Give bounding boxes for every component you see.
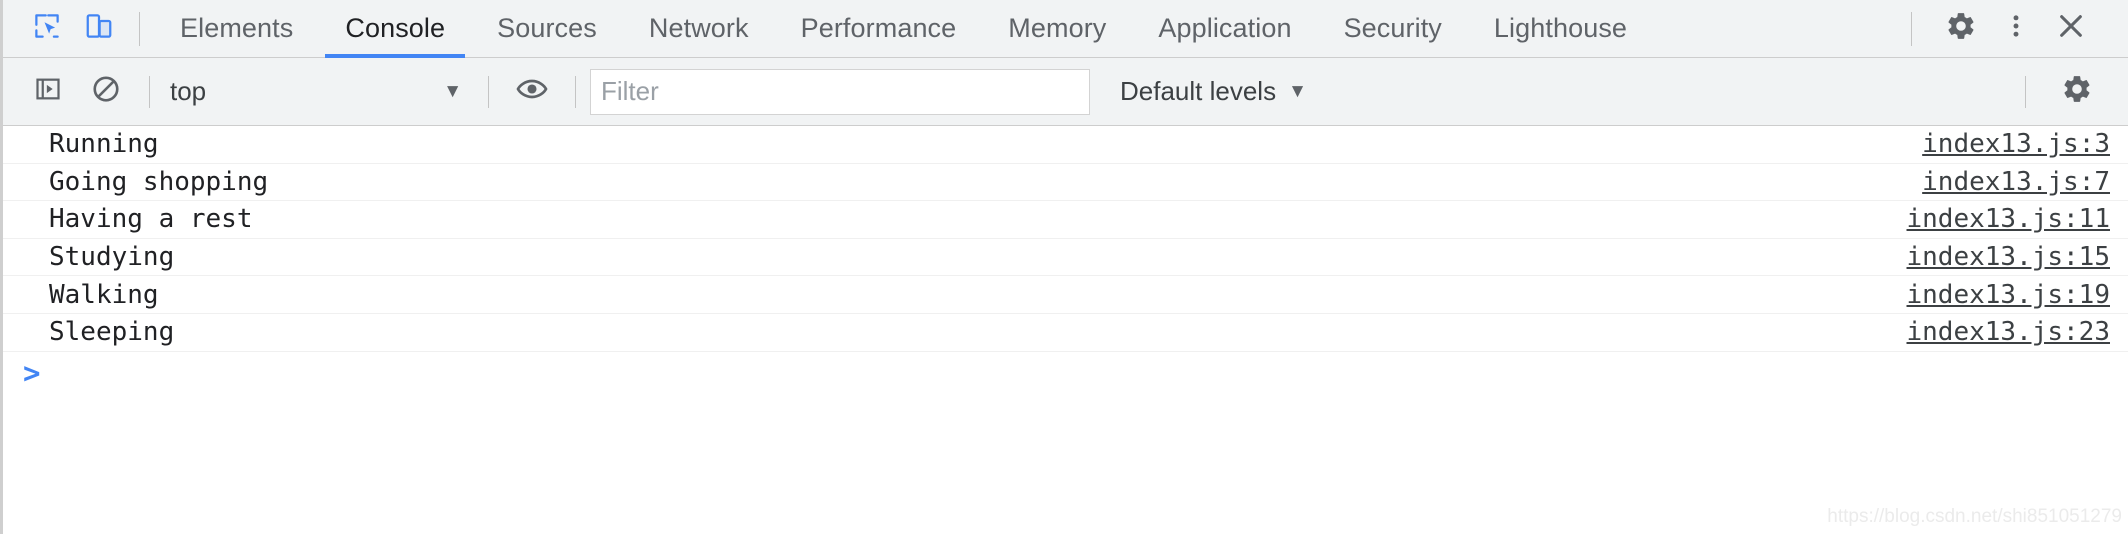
tab-label: Elements bbox=[180, 13, 294, 43]
show-console-sidebar-icon bbox=[34, 75, 62, 108]
console-filter-input[interactable] bbox=[590, 68, 1090, 115]
tab-label: Performance bbox=[800, 13, 957, 43]
filterbar-divider-3 bbox=[575, 75, 576, 108]
clear-console-button[interactable] bbox=[77, 63, 135, 121]
filterbar-divider-1 bbox=[149, 75, 150, 108]
tab-lighthouse[interactable]: Lighthouse bbox=[1468, 0, 1653, 58]
filterbar-divider-4 bbox=[2025, 75, 2026, 108]
table-row[interactable]: Studying index13.js:15 bbox=[3, 239, 2128, 277]
tab-sources[interactable]: Sources bbox=[471, 0, 623, 58]
console-message-text: Running bbox=[49, 129, 159, 160]
create-live-expression-button[interactable] bbox=[503, 63, 561, 121]
tab-label: Application bbox=[1158, 13, 1292, 43]
console-message-source-link[interactable]: index13.js:3 bbox=[1922, 129, 2110, 159]
console-message-source-link[interactable]: index13.js:19 bbox=[1907, 280, 2111, 310]
tabbar-actions-divider bbox=[1911, 11, 1912, 46]
devtools-more-options-button[interactable] bbox=[1992, 0, 2040, 58]
console-message-source-link[interactable]: index13.js:23 bbox=[1907, 317, 2111, 347]
devtools-tabbar: Elements Console Sources Network Perform… bbox=[3, 0, 2128, 58]
device-toolbar-icon bbox=[84, 11, 114, 46]
inspect-element-icon bbox=[32, 11, 62, 46]
table-row[interactable]: Sleeping index13.js:23 bbox=[3, 314, 2128, 352]
filterbar-divider-2 bbox=[488, 75, 489, 108]
filterbar-actions bbox=[2025, 63, 2128, 121]
chevron-down-icon: ▼ bbox=[1288, 81, 1307, 102]
table-row[interactable]: Running index13.js:3 bbox=[3, 126, 2128, 164]
console-message-text: Studying bbox=[49, 242, 175, 273]
tab-security[interactable]: Security bbox=[1318, 0, 1468, 58]
console-message-text: Walking bbox=[49, 279, 159, 310]
tabbar-actions bbox=[1901, 0, 2128, 58]
tab-label: Console bbox=[345, 13, 446, 43]
tab-elements[interactable]: Elements bbox=[154, 0, 319, 58]
tab-label: Security bbox=[1343, 13, 1442, 43]
eye-icon bbox=[516, 73, 548, 110]
close-icon bbox=[2055, 10, 2087, 47]
kebab-menu-icon bbox=[2002, 12, 2030, 45]
console-message-source-link[interactable]: index13.js:11 bbox=[1907, 204, 2111, 234]
execution-context-selector[interactable]: top ▼ bbox=[164, 69, 474, 115]
watermark: https://blog.csdn.net/shi851051279 bbox=[1827, 506, 2122, 527]
prompt-caret-icon: > bbox=[23, 355, 41, 390]
console-message-text: Going shopping bbox=[49, 166, 269, 197]
console-settings-button[interactable] bbox=[2048, 63, 2106, 121]
console-prompt[interactable]: > bbox=[3, 352, 2128, 400]
panel-tabs: Elements Console Sources Network Perform… bbox=[154, 0, 1653, 58]
tab-label: Memory bbox=[1008, 13, 1107, 43]
table-row[interactable]: Walking index13.js:19 bbox=[3, 276, 2128, 314]
gear-icon bbox=[2061, 73, 2093, 110]
devtools-close-button[interactable] bbox=[2040, 0, 2102, 58]
console-message-text: Having a rest bbox=[49, 204, 253, 235]
console-message-text: Sleeping bbox=[49, 317, 175, 348]
console-message-list[interactable]: Running index13.js:3 Going shopping inde… bbox=[3, 126, 2128, 534]
device-toolbar-button[interactable] bbox=[73, 7, 125, 51]
table-row[interactable]: Having a rest index13.js:11 bbox=[3, 201, 2128, 239]
log-level-label: Default levels bbox=[1120, 76, 1277, 106]
inspect-element-button[interactable] bbox=[21, 7, 73, 51]
chevron-down-icon: ▼ bbox=[443, 81, 462, 102]
clear-console-icon bbox=[91, 74, 121, 109]
tab-memory[interactable]: Memory bbox=[982, 0, 1132, 58]
console-message-source-link[interactable]: index13.js:15 bbox=[1907, 242, 2111, 272]
tab-label: Network bbox=[648, 13, 749, 43]
tab-console[interactable]: Console bbox=[319, 0, 471, 58]
tab-network[interactable]: Network bbox=[623, 0, 775, 58]
devtools-settings-button[interactable] bbox=[1930, 0, 1992, 58]
tabbar-divider bbox=[139, 11, 140, 46]
console-prompt-input[interactable] bbox=[54, 357, 2128, 398]
log-level-selector[interactable]: Default levels ▼ bbox=[1114, 69, 1313, 115]
tab-label: Lighthouse bbox=[1493, 13, 1628, 43]
gear-icon bbox=[1945, 10, 1977, 47]
console-sidebar-toggle-button[interactable] bbox=[19, 63, 77, 121]
devtools-window: Elements Console Sources Network Perform… bbox=[0, 0, 2128, 534]
execution-context-value: top bbox=[170, 76, 207, 106]
tab-performance[interactable]: Performance bbox=[775, 0, 983, 58]
console-filter-bar: top ▼ Default levels ▼ bbox=[3, 58, 2128, 126]
console-message-source-link[interactable]: index13.js:7 bbox=[1922, 167, 2110, 197]
tab-label: Sources bbox=[497, 13, 597, 43]
table-row[interactable]: Going shopping index13.js:7 bbox=[3, 164, 2128, 202]
tab-application[interactable]: Application bbox=[1132, 0, 1317, 58]
